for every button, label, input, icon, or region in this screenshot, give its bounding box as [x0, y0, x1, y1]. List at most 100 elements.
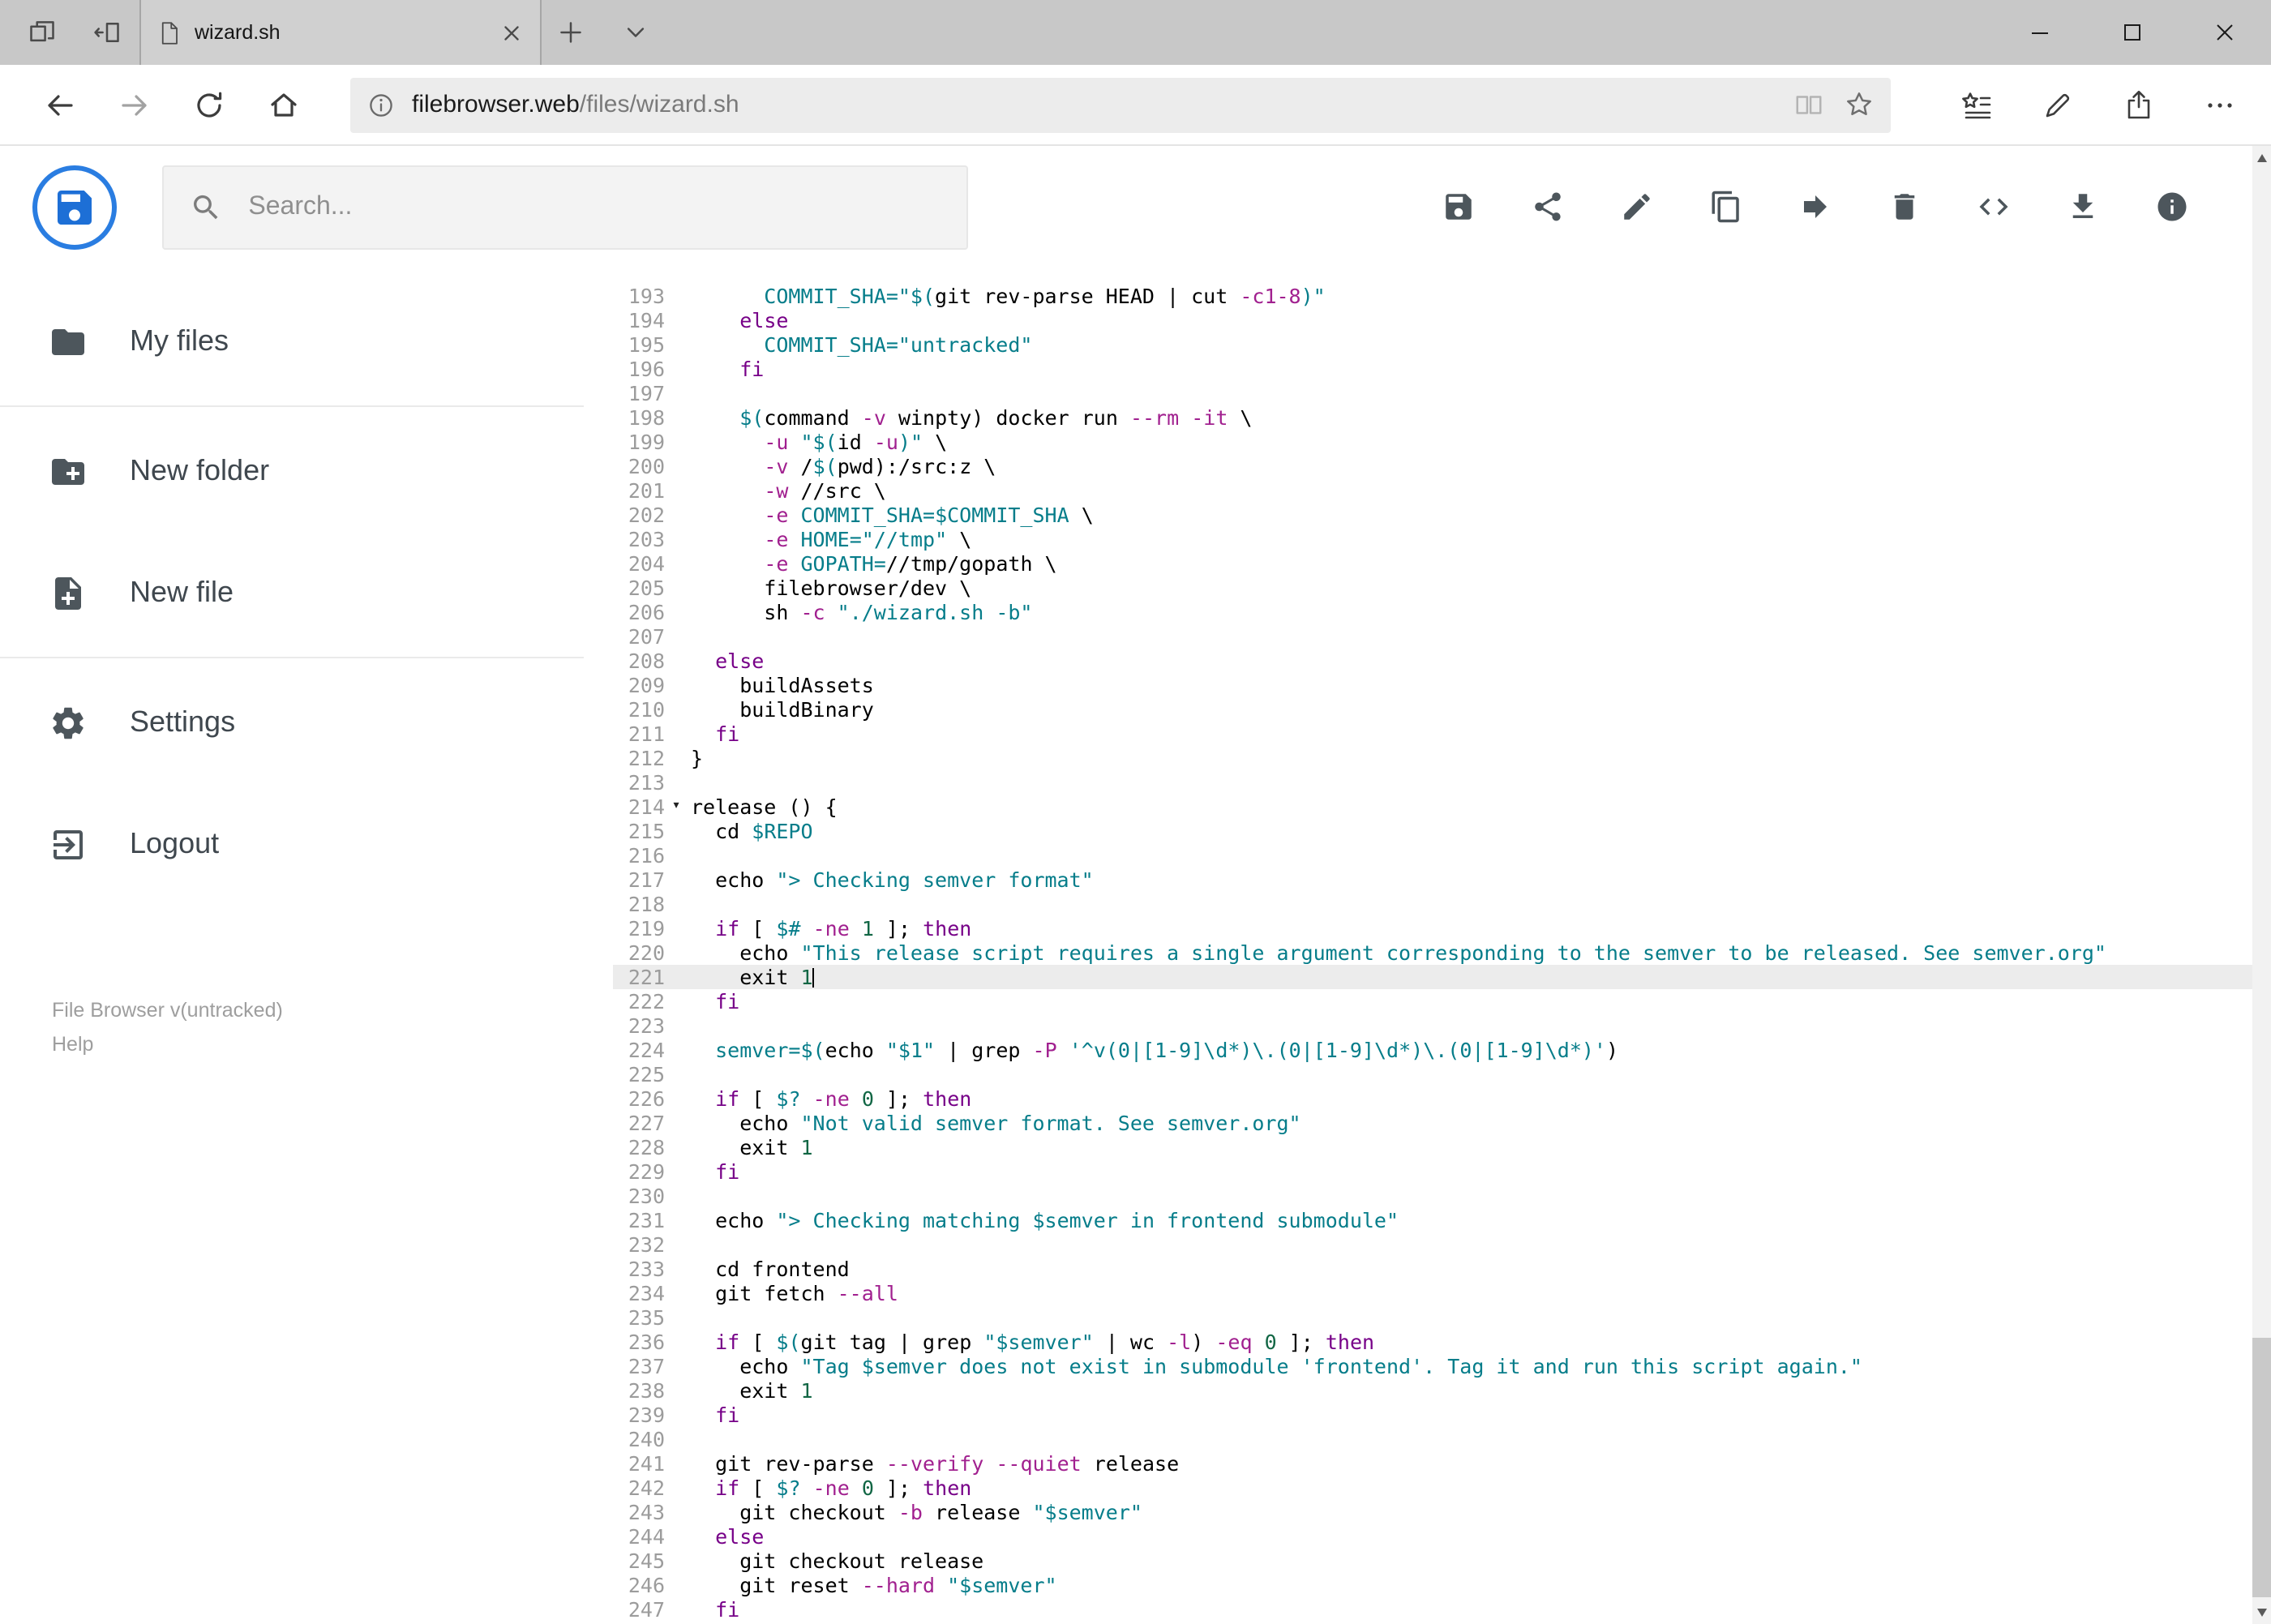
code-line[interactable]: 225 — [613, 1062, 2271, 1086]
home-button[interactable] — [246, 72, 321, 137]
sidebar-item-my-files[interactable]: My files — [0, 281, 584, 402]
code-line[interactable]: 241 git rev-parse --verify --quiet relea… — [613, 1451, 2271, 1476]
line-number: 247 — [628, 1597, 665, 1622]
code-line[interactable]: 239 fi — [613, 1403, 2271, 1427]
maximize-button[interactable] — [2086, 0, 2179, 65]
rename-button[interactable] — [1619, 189, 1655, 225]
code-line[interactable]: 195 COMMIT_SHA="untracked" — [613, 332, 2271, 357]
code-line[interactable]: 230 — [613, 1184, 2271, 1208]
code-editor[interactable]: 193 COMMIT_SHA="$(git rev-parse HEAD | c… — [613, 268, 2271, 1624]
forward-button[interactable] — [97, 72, 172, 137]
more-button[interactable] — [2179, 72, 2260, 137]
code-line[interactable]: 240 — [613, 1427, 2271, 1451]
save-button[interactable] — [1441, 189, 1476, 225]
code-line[interactable]: 200 -v /$(pwd):/src:z \ — [613, 454, 2271, 478]
page-scrollbar[interactable] — [2252, 146, 2271, 1624]
code-line[interactable]: 244 else — [613, 1524, 2271, 1549]
site-info-icon[interactable] — [366, 90, 396, 119]
code-line[interactable]: 242 if [ $? -ne 0 ]; then — [613, 1476, 2271, 1500]
sidebar-item-logout[interactable]: Logout — [0, 783, 584, 905]
code-line[interactable]: 210 buildBinary — [613, 697, 2271, 722]
code-line[interactable]: 238 exit 1 — [613, 1378, 2271, 1403]
file-share-button[interactable] — [1530, 189, 1566, 225]
code-line[interactable]: 228 exit 1 — [613, 1135, 2271, 1159]
code-line[interactable]: 245 git checkout release — [613, 1549, 2271, 1573]
delete-button[interactable] — [1887, 189, 1922, 225]
url-bar[interactable]: filebrowser.web/files/wizard.sh — [350, 77, 1891, 132]
code-line[interactable]: 193 COMMIT_SHA="$(git rev-parse HEAD | c… — [613, 284, 2271, 308]
code-line[interactable]: 229 fi — [613, 1159, 2271, 1184]
copy-button[interactable] — [1708, 189, 1744, 225]
hub-button[interactable] — [1936, 72, 2017, 137]
code-line[interactable]: 233 cd frontend — [613, 1257, 2271, 1281]
close-button[interactable] — [2179, 0, 2271, 65]
code-line[interactable]: 222 fi — [613, 989, 2271, 1013]
code-line[interactable]: 208 else — [613, 649, 2271, 673]
code-line[interactable]: 209 buildAssets — [613, 673, 2271, 697]
tab-close-icon[interactable] — [499, 20, 524, 45]
code-line[interactable]: 218 — [613, 892, 2271, 916]
code-line[interactable]: 217 echo "> Checking semver format" — [613, 868, 2271, 892]
code-line[interactable]: 206 sh -c "./wizard.sh -b" — [613, 600, 2271, 624]
code-line[interactable]: 213 — [613, 770, 2271, 795]
code-line[interactable]: 197 — [613, 381, 2271, 405]
code-line[interactable]: 237 echo "Tag $semver does not exist in … — [613, 1354, 2271, 1378]
code-line[interactable]: 226 if [ $? -ne 0 ]; then — [613, 1086, 2271, 1111]
scroll-down-button[interactable] — [2252, 1601, 2271, 1624]
download-button[interactable] — [2065, 189, 2101, 225]
code-line[interactable]: 236 if [ $(git tag | grep "$semver" | wc… — [613, 1330, 2271, 1354]
sidebar-item-settings[interactable]: Settings — [0, 662, 584, 783]
code-line[interactable]: 207 — [613, 624, 2271, 649]
code-line[interactable]: 198 $(command -v winpty) docker run --rm… — [613, 405, 2271, 430]
code-line[interactable]: 212} — [613, 746, 2271, 770]
code-line[interactable]: 232 — [613, 1232, 2271, 1257]
scroll-up-button[interactable] — [2252, 146, 2271, 169]
code-line[interactable]: 219 if [ $# -ne 1 ]; then — [613, 916, 2271, 941]
tab-preview-button[interactable] — [10, 0, 75, 65]
code-line[interactable]: 214 ▾ release () { — [613, 795, 2271, 819]
fold-marker-icon[interactable]: ▾ — [665, 795, 688, 819]
code-line[interactable]: 234 git fetch --all — [613, 1281, 2271, 1305]
code-line[interactable]: 246 git reset --hard "$semver" — [613, 1573, 2271, 1597]
code-line[interactable]: 231 echo "> Checking matching $semver in… — [613, 1208, 2271, 1232]
scroll-thumb[interactable] — [2252, 1338, 2271, 1597]
code-line[interactable]: 224 semver=$(echo "$1" | grep -P '^v(0|[… — [613, 1038, 2271, 1062]
code-line[interactable]: 205 filebrowser/dev \ — [613, 576, 2271, 600]
back-button[interactable] — [23, 72, 97, 137]
code-line[interactable]: 235 — [613, 1305, 2271, 1330]
code-line[interactable]: 211 fi — [613, 722, 2271, 746]
code-line[interactable]: 201 -w //src \ — [613, 478, 2271, 503]
sidebar-item-new-file[interactable]: New file — [0, 532, 584, 653]
code-line[interactable]: 204 -e GOPATH=//tmp/gopath \ — [613, 551, 2271, 576]
code-line[interactable]: 194 else — [613, 308, 2271, 332]
info-button[interactable] — [2154, 189, 2190, 225]
browser-tab[interactable]: wizard.sh — [139, 0, 542, 65]
search-input[interactable] — [245, 191, 941, 223]
raw-view-button[interactable] — [1976, 189, 2012, 225]
minimize-button[interactable] — [1994, 0, 2086, 65]
favorite-star-icon[interactable] — [1844, 89, 1875, 120]
help-link[interactable]: Help — [52, 1033, 613, 1056]
web-note-button[interactable] — [2017, 72, 2098, 137]
new-tab-button[interactable] — [542, 0, 600, 65]
edge-share-button[interactable] — [2098, 72, 2179, 137]
code-line[interactable]: 216 — [613, 843, 2271, 868]
set-tabs-aside-button[interactable] — [75, 0, 139, 65]
code-line[interactable]: 221 exit 1 — [613, 965, 2271, 989]
code-line[interactable]: 243 git checkout -b release "$semver" — [613, 1500, 2271, 1524]
search-bar[interactable] — [162, 165, 968, 249]
code-line[interactable]: 202 -e COMMIT_SHA=$COMMIT_SHA \ — [613, 503, 2271, 527]
code-line[interactable]: 196 fi — [613, 357, 2271, 381]
sidebar-item-new-folder[interactable]: New folder — [0, 410, 584, 532]
reading-view-icon[interactable] — [1793, 89, 1824, 120]
code-line[interactable]: 215 cd $REPO — [613, 819, 2271, 843]
code-line[interactable]: 223 — [613, 1013, 2271, 1038]
code-line[interactable]: 227 echo "Not valid semver format. See s… — [613, 1111, 2271, 1135]
code-line[interactable]: 203 -e HOME="//tmp" \ — [613, 527, 2271, 551]
code-line[interactable]: 220 echo "This release script requires a… — [613, 941, 2271, 965]
code-line[interactable]: 199 -u "$(id -u)" \ — [613, 430, 2271, 454]
refresh-button[interactable] — [172, 72, 246, 137]
tab-list-button[interactable] — [606, 0, 665, 65]
move-button[interactable] — [1798, 189, 1833, 225]
code-line[interactable]: 247 fi — [613, 1597, 2271, 1622]
